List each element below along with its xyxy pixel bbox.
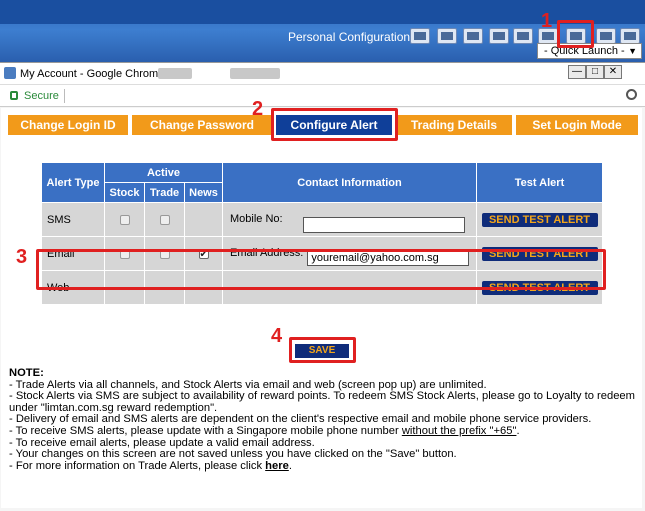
chevron-down-icon: ▼: [628, 46, 637, 56]
sms-trade-checkbox[interactable]: [159, 214, 170, 225]
header-trade: Trade: [144, 182, 185, 203]
note-text: - For more information on Trade Alerts, …: [9, 459, 266, 472]
highlight-box-2: [271, 108, 398, 141]
logout-icon[interactable]: [620, 28, 640, 44]
header-test-alert: Test Alert: [476, 162, 603, 203]
step-marker-1: 1: [541, 10, 553, 32]
here-link[interactable]: here: [265, 460, 289, 472]
blurred-text: [158, 68, 192, 79]
highlight-box-3: [36, 249, 606, 290]
folder-icon[interactable]: [596, 28, 616, 44]
mobile-number-field[interactable]: [302, 216, 465, 233]
header-alert-type: Alert Type: [41, 162, 105, 203]
alert-type-cell: SMS: [41, 202, 105, 237]
note-line: - For more information on Trade Alerts, …: [9, 459, 629, 473]
edit-icon[interactable]: [463, 28, 483, 44]
browser-title-bar: My Account - Google Chrome — □ ✕: [0, 63, 645, 85]
tab-set-login-mode[interactable]: Set Login Mode: [516, 115, 638, 135]
tab-change-login-id[interactable]: Change Login ID: [8, 115, 130, 135]
config-icon-2[interactable]: [437, 28, 457, 44]
host-title: Personal Configurations: [288, 30, 417, 44]
address-bar[interactable]: Secure: [0, 85, 645, 107]
tab-trading-details[interactable]: Trading Details: [396, 115, 514, 135]
header-news: News: [184, 182, 223, 203]
note-emphasis: without the prefix "+65": [401, 424, 517, 437]
maximize-button[interactable]: □: [586, 65, 604, 79]
window-title: My Account - Google Chrome: [20, 68, 165, 80]
note-text: .: [288, 459, 292, 472]
note-text: .: [516, 424, 520, 437]
note-text: - To receive SMS alerts, please update w…: [9, 424, 402, 437]
highlight-box-4: [289, 337, 356, 363]
config-icon-4[interactable]: [489, 28, 509, 44]
table-row-sms: SMS Mobile No: SEND TEST ALERT: [41, 202, 603, 237]
sms-stock-checkbox[interactable]: [119, 214, 130, 225]
account-page: Change Login ID Change Password Configur…: [1, 108, 642, 508]
secure-label: Secure: [24, 90, 59, 102]
contact-label: Mobile No:: [230, 213, 283, 226]
config-icon-5[interactable]: [513, 28, 533, 44]
highlight-box-1: [557, 20, 594, 48]
note-line: - To receive SMS alerts, please update w…: [9, 424, 629, 438]
header-stock: Stock: [104, 182, 145, 203]
step-marker-4: 4: [271, 325, 283, 347]
step-marker-2: 2: [252, 98, 264, 120]
header-active: Active: [104, 162, 223, 183]
close-button[interactable]: ✕: [604, 65, 622, 79]
chrome-app-icon: [4, 67, 16, 79]
config-icon-1[interactable]: [410, 28, 430, 44]
zoom-icon[interactable]: [626, 89, 637, 100]
lock-icon: [10, 91, 18, 100]
header-contact: Contact Information: [222, 162, 477, 203]
send-test-alert-sms-button[interactable]: SEND TEST ALERT: [481, 212, 598, 227]
minimize-button[interactable]: —: [568, 65, 586, 79]
blurred-text: [230, 68, 280, 79]
step-marker-3: 3: [16, 246, 28, 268]
notes-section: NOTE: - Trade Alerts via all channels, a…: [9, 367, 635, 473]
notes-heading: NOTE:: [9, 367, 44, 379]
divider: [64, 89, 65, 103]
